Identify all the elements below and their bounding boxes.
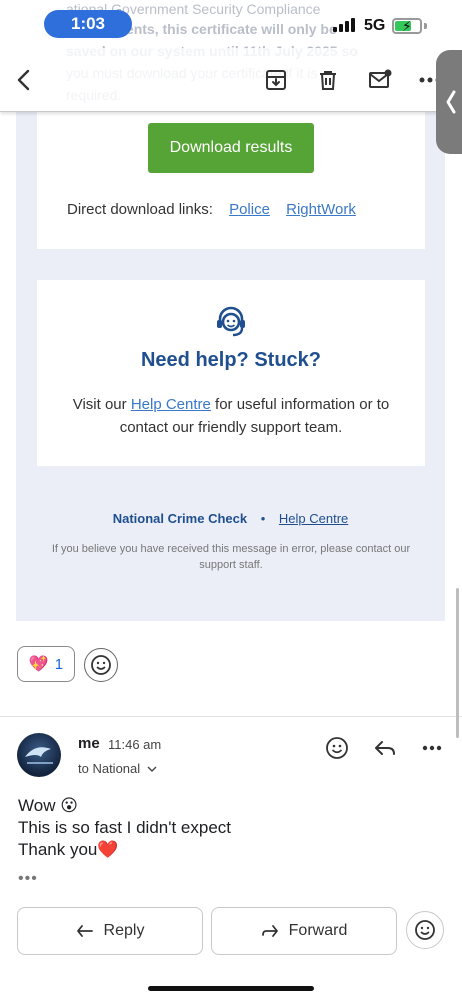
emoji-reaction-button[interactable]: [406, 911, 444, 949]
chevron-left-icon: [446, 90, 456, 114]
status-time: 1:03: [44, 10, 132, 38]
status-bar: 1:03 5G ⚡: [0, 0, 462, 48]
forward-button[interactable]: Forward: [211, 907, 397, 955]
add-reaction-button[interactable]: [84, 648, 118, 682]
home-indicator[interactable]: [148, 986, 314, 991]
archive-icon[interactable]: [262, 66, 290, 94]
trash-icon[interactable]: [314, 66, 342, 94]
footer-separator: •: [260, 511, 266, 526]
message-time: 11:46 am: [108, 737, 162, 752]
more-horizontal-icon[interactable]: [419, 735, 445, 761]
footer-brand: National Crime Check: [112, 511, 248, 526]
forward-icon: [261, 925, 278, 937]
signal-icon: [333, 18, 355, 32]
forward-label: Forward: [288, 922, 348, 939]
battery-cap: [424, 23, 427, 29]
show-trimmed-content[interactable]: •••: [18, 870, 38, 888]
help-body: Visit our Help Centre for useful informa…: [50, 393, 412, 439]
police-link[interactable]: Police: [229, 201, 270, 218]
footer-note: If you believe you have received this me…: [51, 543, 411, 571]
emoji-add-icon: [91, 655, 111, 675]
recipient-dropdown[interactable]: to National: [78, 761, 157, 776]
mail-unread-icon[interactable]: [366, 66, 394, 94]
direct-links-label: Direct download links:: [67, 201, 213, 218]
emoji-add-icon: [415, 920, 435, 940]
headset-icon: [213, 304, 249, 340]
avatar[interactable]: [17, 733, 61, 777]
email-footer: National Crime Check • Help Centre: [16, 511, 445, 526]
footer-help-centre-link[interactable]: Help Centre: [279, 511, 348, 526]
message-line: This is so fast I didn't expect: [18, 818, 232, 837]
reply-label: Reply: [103, 922, 145, 939]
back-icon[interactable]: [10, 66, 38, 94]
reaction-emoji: 💖: [28, 656, 49, 673]
help-title: Need help? Stuck?: [140, 349, 322, 371]
reaction-pill[interactable]: 💖 1: [17, 646, 75, 682]
help-centre-link[interactable]: Help Centre: [131, 396, 211, 413]
reaction-count: 1: [54, 655, 64, 673]
top-toolbar: [0, 48, 462, 112]
rightwork-link[interactable]: RightWork: [286, 201, 356, 218]
reply-button[interactable]: Reply: [17, 907, 203, 955]
recipient-label: to National: [78, 761, 141, 776]
help-body-prefix: Visit our: [72, 396, 131, 413]
message-line: Thank you❤️: [18, 840, 119, 859]
direct-download-links: Direct download links: Police RightWork: [67, 201, 356, 218]
side-panel-tab[interactable]: [436, 50, 462, 154]
sender-name: me: [78, 735, 100, 752]
chevron-down-icon: [147, 766, 157, 772]
message-line: Wow 😮: [18, 796, 78, 815]
battery-icon: ⚡: [392, 18, 422, 34]
reply-icon[interactable]: [372, 735, 398, 761]
download-results-button[interactable]: Download results: [148, 123, 314, 173]
reply-icon: [76, 925, 93, 937]
emoji-react-icon[interactable]: [324, 735, 350, 761]
network-label: 5G: [364, 17, 386, 34]
scrollbar[interactable]: [456, 588, 459, 738]
message-divider: [0, 716, 462, 717]
